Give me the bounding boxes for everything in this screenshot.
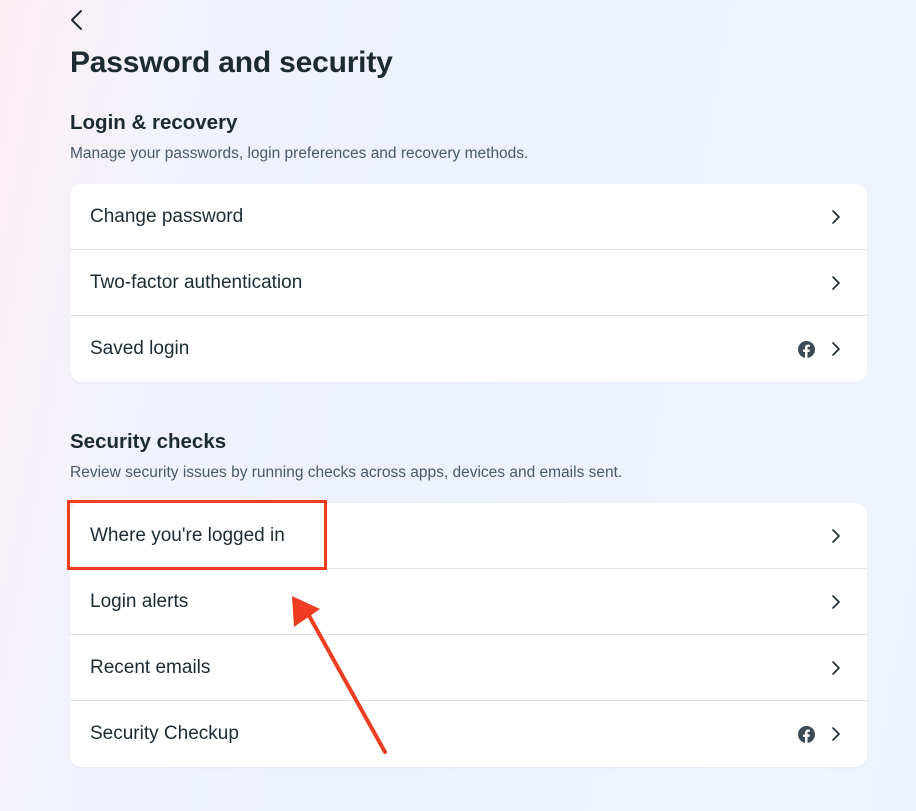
recent-emails-item[interactable]: Recent emails [70, 635, 867, 701]
login-alerts-item[interactable]: Login alerts [70, 569, 867, 635]
row-trailing [827, 593, 847, 611]
login-alerts-label: Login alerts [90, 590, 189, 612]
back-button[interactable] [62, 4, 92, 36]
chevron-right-icon [832, 660, 840, 675]
chevron-right-icon [832, 275, 840, 290]
chevron-right-icon [832, 528, 840, 543]
facebook-icon [798, 725, 815, 743]
two-factor-authentication-label: Two-factor authentication [90, 271, 303, 293]
chevron-right-icon [832, 209, 840, 224]
two-factor-authentication-item[interactable]: Two-factor authentication [70, 250, 867, 316]
page-title: Password and security [70, 46, 393, 79]
section-description-login-recovery: Manage your passwords, login preferences… [70, 145, 529, 162]
row-trailing [798, 725, 847, 743]
row-trailing [798, 340, 847, 358]
row-trailing [827, 208, 847, 226]
row-trailing [827, 274, 847, 292]
login-recovery-card: Change password Two-factor authenticatio… [70, 184, 867, 382]
section-title-security-checks: Security checks [70, 430, 227, 453]
row-trailing [827, 659, 847, 677]
change-password-item[interactable]: Change password [70, 184, 867, 250]
chevron-left-icon [71, 10, 82, 30]
chevron-right-icon [832, 594, 840, 609]
section-title-login-recovery: Login & recovery [70, 111, 238, 134]
chevron-right-icon [832, 727, 840, 741]
recent-emails-label: Recent emails [90, 656, 211, 678]
saved-login-item[interactable]: Saved login [70, 316, 867, 382]
row-trailing [827, 527, 847, 545]
facebook-icon [798, 340, 815, 358]
chevron-right-icon [832, 342, 840, 356]
where-youre-logged-in-label: Where you're logged in [90, 524, 285, 546]
security-checkup-label: Security Checkup [90, 723, 239, 744]
security-checkup-item[interactable]: Security Checkup [70, 701, 867, 767]
section-description-security-checks: Review security issues by running checks… [70, 464, 623, 481]
security-checks-card: Where you're logged in Login alerts Rece… [70, 503, 867, 767]
change-password-label: Change password [90, 205, 244, 227]
saved-login-label: Saved login [90, 338, 190, 359]
where-youre-logged-in-item[interactable]: Where you're logged in [70, 503, 867, 569]
